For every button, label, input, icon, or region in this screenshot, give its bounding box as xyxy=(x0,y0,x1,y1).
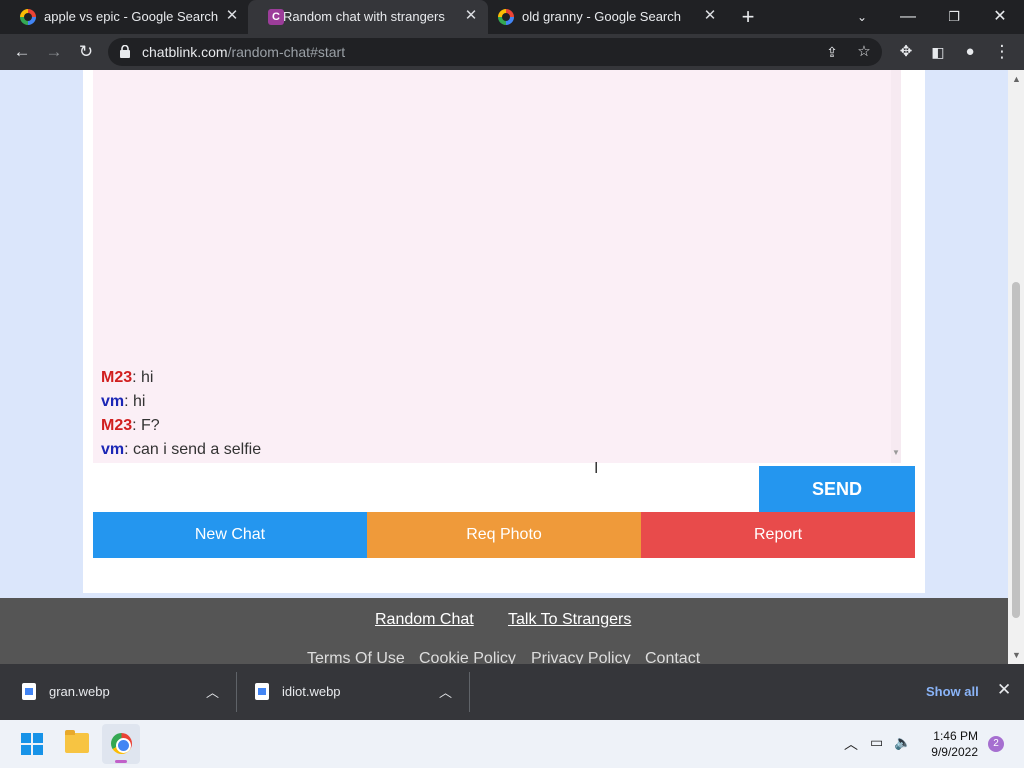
bookmark-star-icon[interactable]: ☆ xyxy=(852,40,876,64)
tab-title: Random chat with strangers xyxy=(283,9,445,24)
share-icon[interactable]: ⇪ xyxy=(820,40,844,64)
req-photo-button[interactable]: Req Photo xyxy=(367,512,641,558)
address-bar[interactable]: chatblink.com/random-chat#start ⇪ ☆ xyxy=(108,38,882,66)
forward-icon[interactable]: → xyxy=(42,40,66,64)
google-icon xyxy=(20,9,36,25)
system-clock[interactable]: 1:46 PM 9/9/2022 xyxy=(928,728,978,760)
network-icon[interactable]: ▭ xyxy=(870,734,883,751)
download-item[interactable]: idiot.webp ︿ xyxy=(237,664,469,720)
back-icon[interactable]: ← xyxy=(10,40,34,64)
windows-start-icon[interactable] xyxy=(21,733,43,755)
report-button[interactable]: Report xyxy=(641,512,915,558)
download-filename: idiot.webp xyxy=(282,684,341,699)
chat-message: vm: can i send a selfie xyxy=(101,441,262,458)
scroll-up-icon[interactable]: ▲ xyxy=(1012,74,1021,84)
chevron-up-icon[interactable]: ︿ xyxy=(439,682,452,701)
footer-link-privacy-policy[interactable]: Privacy Policy xyxy=(531,650,631,664)
footer-link-random-chat[interactable]: Random Chat xyxy=(375,611,474,629)
extensions-icon[interactable]: ✥ xyxy=(894,40,918,64)
notification-badge[interactable]: 2 xyxy=(988,736,1004,752)
tab-title: apple vs epic - Google Search xyxy=(44,9,219,24)
download-filename: gran.webp xyxy=(49,684,110,699)
page-scrollbar[interactable]: ▲ ▼ xyxy=(1008,70,1024,664)
chatblink-icon: C xyxy=(268,9,284,25)
volume-icon[interactable]: 🔈 xyxy=(894,734,911,751)
chrome-taskbar-icon[interactable] xyxy=(102,724,140,764)
close-window-icon[interactable]: ✕ xyxy=(988,5,1012,29)
footer-link-contact[interactable]: Contact xyxy=(645,650,700,664)
restore-icon[interactable]: ❐ xyxy=(942,5,966,29)
close-icon[interactable]: ✕ xyxy=(997,680,1011,700)
send-button[interactable]: SEND xyxy=(759,466,915,512)
file-explorer-icon[interactable] xyxy=(65,730,89,753)
image-file-icon xyxy=(22,683,36,700)
footer: Random Chat Talk To Strangers Terms Of U… xyxy=(0,598,1008,664)
tab-apple-vs-epic[interactable]: apple vs epic - Google Search ✕ xyxy=(0,0,248,34)
chat-message: M23: F? xyxy=(101,417,160,434)
chevron-up-icon[interactable]: ︿ xyxy=(206,682,219,701)
clock-date: 9/9/2022 xyxy=(931,745,978,759)
chat-log-scrollbar[interactable]: ▼ xyxy=(891,70,901,463)
footer-link-terms[interactable]: Terms Of Use xyxy=(307,650,405,664)
taskbar: ︿ ▭ 🔈 1:46 PM 9/9/2022 2 xyxy=(0,720,1024,768)
footer-link-cookie-policy[interactable]: Cookie Policy xyxy=(419,650,516,664)
clock-time: 1:46 PM xyxy=(933,729,978,743)
close-tab-icon[interactable]: ✕ xyxy=(222,6,242,26)
download-item[interactable]: gran.webp ︿ xyxy=(0,664,236,720)
chevron-up-icon[interactable]: ︿ xyxy=(844,734,858,754)
tab-search-icon[interactable]: ⌄ xyxy=(850,5,874,29)
scrollbar-thumb[interactable] xyxy=(1012,282,1020,618)
chat-message: vm: hi xyxy=(101,393,146,410)
new-tab-button[interactable]: + xyxy=(736,5,760,29)
scroll-down-icon[interactable]: ▼ xyxy=(892,448,900,457)
page-content: M23: hi vm: hi M23: F? vm: can i send a … xyxy=(0,70,1008,664)
text-cursor-icon: I xyxy=(594,460,599,477)
tab-title: old granny - Google Search xyxy=(522,9,681,24)
minimize-icon[interactable]: — xyxy=(896,5,920,29)
browser-toolbar: ← → ↻ chatblink.com/random-chat#start ⇪ … xyxy=(0,34,1024,70)
show-all-downloads-link[interactable]: Show all xyxy=(926,684,979,699)
reload-icon[interactable]: ↻ xyxy=(74,40,98,64)
close-tab-icon[interactable]: ✕ xyxy=(461,6,481,26)
menu-icon[interactable]: ⋮ xyxy=(990,40,1014,64)
image-file-icon xyxy=(255,683,269,700)
divider xyxy=(469,672,470,712)
new-chat-button[interactable]: New Chat xyxy=(93,512,367,558)
chat-log: M23: hi vm: hi M23: F? vm: can i send a … xyxy=(93,70,901,463)
profile-icon[interactable]: ● xyxy=(958,40,982,64)
side-panel-icon[interactable]: ◧ xyxy=(926,40,950,64)
chat-message: M23: hi xyxy=(101,369,154,386)
tab-strip: apple vs epic - Google Search ✕ C Random… xyxy=(0,0,1024,34)
message-input[interactable] xyxy=(93,466,759,512)
footer-link-talk-to-strangers[interactable]: Talk To Strangers xyxy=(508,611,631,629)
scroll-down-icon[interactable]: ▼ xyxy=(1012,650,1021,660)
downloads-shelf: gran.webp ︿ idiot.webp ︿ Show all ✕ xyxy=(0,664,1024,720)
tab-random-chat[interactable]: C Random chat with strangers ✕ xyxy=(248,0,488,34)
google-icon xyxy=(498,9,514,25)
chat-card: M23: hi vm: hi M23: F? vm: can i send a … xyxy=(83,70,925,593)
close-tab-icon[interactable]: ✕ xyxy=(700,6,720,26)
url-text: chatblink.com/random-chat#start xyxy=(142,44,346,60)
lock-icon xyxy=(120,45,130,58)
tab-old-granny[interactable]: old granny - Google Search ✕ xyxy=(488,0,728,34)
